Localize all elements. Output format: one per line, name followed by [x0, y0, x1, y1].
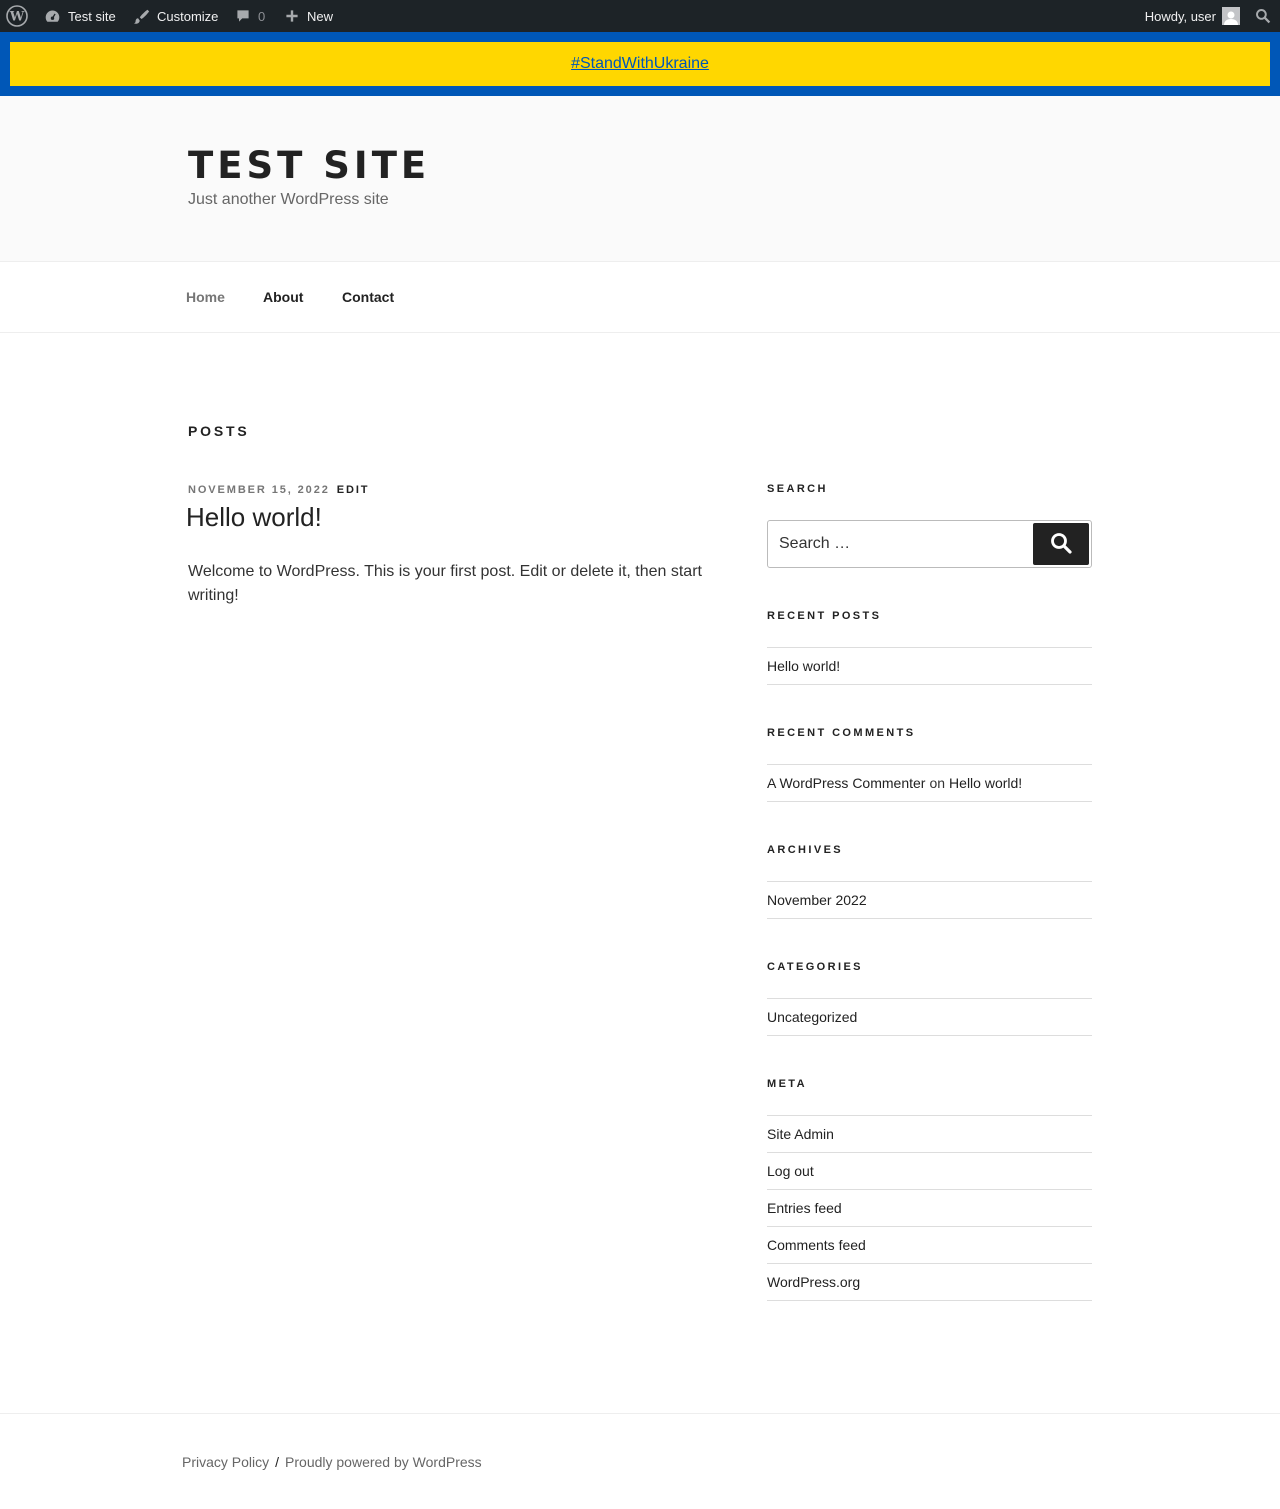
meta-link-site-admin[interactable]: Site Admin — [767, 1126, 834, 1142]
dashboard-icon — [44, 8, 61, 25]
admin-bar: W Test site Customize 0 New Howdy, user — [0, 0, 1280, 32]
search-form — [767, 520, 1092, 568]
wordpress-logo-icon: W — [6, 5, 28, 27]
site-title[interactable]: Test site — [188, 144, 430, 187]
search-input[interactable] — [768, 521, 1030, 567]
post-excerpt: Welcome to WordPress. This is your first… — [188, 563, 702, 604]
list-item: Comments feed — [767, 1227, 1092, 1264]
nav-item-home[interactable]: Home — [186, 289, 225, 305]
list-item: Entries feed — [767, 1190, 1092, 1227]
admin-account-menu[interactable]: Howdy, user — [1145, 0, 1240, 32]
user-silhouette-icon — [1224, 11, 1238, 25]
meta-link-log-out[interactable]: Log out — [767, 1163, 814, 1179]
admin-customize-label: Customize — [157, 8, 219, 24]
list-item: November 2022 — [767, 882, 1092, 919]
svg-text:W: W — [9, 10, 25, 25]
list-item: Uncategorized — [767, 999, 1092, 1036]
avatar — [1222, 7, 1240, 25]
archives-list: November 2022 — [767, 881, 1092, 919]
widget-title-meta: Meta — [767, 1078, 807, 1090]
page-title: Posts — [188, 423, 250, 439]
meta-list: Site Admin Log out Entries feed Comments… — [767, 1115, 1092, 1301]
archive-link[interactable]: November 2022 — [767, 892, 867, 908]
comment-author-link[interactable]: A WordPress Commenter — [767, 775, 925, 791]
categories-list: Uncategorized — [767, 998, 1092, 1036]
list-item: Log out — [767, 1153, 1092, 1190]
plus-icon — [284, 8, 300, 24]
nav-item-about[interactable]: About — [263, 289, 303, 305]
powered-by-link[interactable]: Proudly powered by WordPress — [285, 1454, 482, 1470]
post-title-link[interactable]: Hello world! — [186, 502, 322, 533]
list-item: A WordPress Commenter on Hello world! — [767, 765, 1092, 802]
post-date-link[interactable]: November 15, 2022 — [188, 484, 330, 496]
widget-title-recent-posts: Recent Posts — [767, 610, 882, 622]
site-header: Test site Just another WordPress site — [0, 96, 1280, 262]
admin-comments-count: 0 — [258, 8, 266, 24]
stand-with-ukraine-banner: #StandWithUkraine — [0, 32, 1280, 96]
stand-with-ukraine-link[interactable]: #StandWithUkraine — [571, 55, 709, 73]
widget-title-search: Search — [767, 483, 828, 495]
list-item: WordPress.org — [767, 1264, 1092, 1301]
footer-separator: / — [275, 1454, 280, 1470]
widget-title-categories: Categories — [767, 961, 863, 973]
widget-title-archives: Archives — [767, 844, 844, 856]
admin-customize-link[interactable]: Customize — [133, 0, 218, 32]
admin-new-content-link[interactable]: New — [284, 0, 333, 32]
comment-on-text: on — [929, 775, 946, 791]
list-item: Site Admin — [767, 1116, 1092, 1153]
recent-posts-list: Hello world! — [767, 647, 1092, 685]
search-icon — [1255, 8, 1271, 24]
admin-search-toggle[interactable] — [1255, 0, 1271, 32]
post-meta: November 15, 2022 Edit — [188, 484, 369, 496]
privacy-policy-link[interactable]: Privacy Policy — [182, 1454, 269, 1470]
primary-navigation: Home About Contact — [0, 262, 1280, 333]
recent-comments-list: A WordPress Commenter on Hello world! — [767, 764, 1092, 802]
wordpress-logo-menu[interactable]: W — [6, 0, 35, 32]
brush-icon — [133, 8, 150, 25]
admin-site-name: Test site — [68, 8, 116, 24]
list-item: Hello world! — [767, 648, 1092, 685]
footer-links: Privacy Policy / Proudly powered by WordPr… — [182, 1454, 482, 1470]
category-link[interactable]: Uncategorized — [767, 1009, 857, 1025]
search-submit-button[interactable] — [1033, 523, 1089, 565]
comment-post-link[interactable]: Hello world! — [949, 775, 1022, 791]
admin-howdy-label: Howdy, user — [1144, 8, 1216, 24]
admin-new-label: New — [307, 8, 334, 24]
post-edit-link[interactable]: Edit — [337, 484, 370, 496]
meta-link-entries-feed[interactable]: Entries feed — [767, 1200, 842, 1216]
admin-site-link[interactable]: Test site — [44, 0, 116, 32]
meta-link-comments-feed[interactable]: Comments feed — [767, 1237, 866, 1253]
recent-post-link[interactable]: Hello world! — [767, 658, 840, 674]
search-icon — [1050, 532, 1072, 557]
nav-item-contact[interactable]: Contact — [342, 289, 394, 305]
comment-bubble-icon — [235, 8, 251, 24]
site-footer: Privacy Policy / Proudly powered by WordPr… — [0, 1413, 1280, 1509]
meta-link-wordpress-org[interactable]: WordPress.org — [767, 1274, 860, 1290]
banner-inner: #StandWithUkraine — [10, 42, 1270, 86]
widget-title-recent-comments: Recent Comments — [767, 727, 916, 739]
admin-comments-link[interactable]: 0 — [235, 0, 265, 32]
site-description: Just another WordPress site — [188, 191, 389, 208]
